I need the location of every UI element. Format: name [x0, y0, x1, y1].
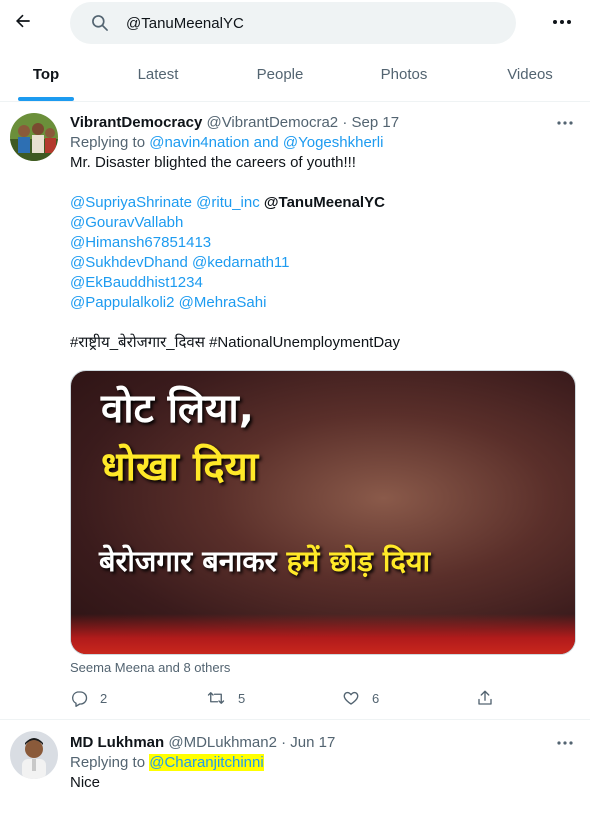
- tab-photos[interactable]: Photos: [358, 46, 450, 102]
- author-name[interactable]: MD Lukhman: [70, 734, 164, 751]
- search-box[interactable]: [70, 2, 516, 44]
- like-count: 6: [372, 690, 380, 706]
- avatar[interactable]: [10, 731, 58, 779]
- share-icon: [478, 690, 492, 705]
- reply-button[interactable]: 2: [70, 687, 107, 709]
- tab-top[interactable]: Top: [0, 46, 92, 102]
- search-input[interactable]: [126, 2, 496, 44]
- mention-link[interactable]: @GouravVallabh: [70, 214, 183, 231]
- tweet-date[interactable]: Jun 17: [290, 734, 335, 751]
- separator-dot: ·: [342, 114, 348, 131]
- liked-by[interactable]: Seema Meena and 8 others: [70, 660, 230, 675]
- tweet-header: VibrantDemocracy @VibrantDemocra2 · Sep …: [70, 113, 575, 133]
- separator-dot: ·: [281, 734, 287, 751]
- mention-link[interactable]: @EkBauddhist1234: [70, 274, 203, 291]
- search-tabs: Top Latest People Photos Videos: [0, 46, 590, 102]
- image-bottom-band: [71, 614, 575, 654]
- retweet-button[interactable]: 5: [206, 687, 245, 709]
- reply-icon: [72, 691, 88, 707]
- replying-to-link[interactable]: @navin4nation and @Yogeshkherli: [149, 134, 383, 151]
- more-options-icon[interactable]: [550, 10, 574, 34]
- avatar[interactable]: [10, 113, 58, 161]
- replying-to-link[interactable]: @Charanjitchinni: [149, 754, 264, 771]
- tweet-image[interactable]: वोट लिया, धोखा दिया बेरोजगार बनाकर हमें …: [70, 370, 576, 655]
- tweet-body: MD Lukhman @MDLukhman2 · Jun 17 Replying…: [70, 733, 575, 793]
- tweet[interactable]: MD Lukhman @MDLukhman2 · Jun 17 Replying…: [0, 721, 590, 815]
- tweet-body: VibrantDemocracy @VibrantDemocra2 · Sep …: [70, 113, 575, 353]
- tweet-text: Mr. Disaster blighted the careers of you…: [70, 154, 356, 171]
- search-icon: [92, 15, 108, 31]
- image-text-line-1: वोट लिया,: [101, 386, 254, 432]
- image-text-line-3: बेरोजगार बनाकर हमें छोड़ दिया: [99, 544, 431, 578]
- tweet-date[interactable]: Sep 17: [352, 114, 400, 131]
- mention-link-searched[interactable]: @TanuMeenalYC: [264, 194, 385, 211]
- mention-link[interactable]: @SupriyaShrinate: [70, 194, 192, 211]
- top-bar: [0, 0, 590, 46]
- mention-link[interactable]: @SukhdevDhand: [70, 254, 188, 271]
- tweet-text: Nice: [70, 774, 101, 791]
- tweet[interactable]: VibrantDemocracy @VibrantDemocra2 · Sep …: [0, 103, 590, 720]
- mention-link[interactable]: @Pappulalkoli2: [70, 294, 174, 311]
- retweet-icon: [207, 692, 225, 704]
- heart-icon: [343, 691, 359, 705]
- tweet-actions: 2 5 6: [70, 687, 500, 709]
- mention-link[interactable]: @Himansh67851413: [70, 234, 211, 251]
- image-text-line-2: धोखा दिया: [101, 444, 259, 490]
- author-name[interactable]: VibrantDemocracy: [70, 114, 202, 131]
- more-icon[interactable]: [555, 735, 575, 751]
- replying-to: Replying to @Charanjitchinni: [70, 754, 264, 771]
- tweet-header: MD Lukhman @MDLukhman2 · Jun 17: [70, 733, 575, 753]
- active-tab-indicator: [18, 97, 74, 101]
- mention-link[interactable]: @ritu_inc: [196, 194, 260, 211]
- like-button[interactable]: 6: [342, 687, 379, 709]
- mention-link[interactable]: @MehraSahi: [179, 294, 267, 311]
- replying-to: Replying to @navin4nation and @Yogeshkhe…: [70, 134, 384, 151]
- tab-latest[interactable]: Latest: [112, 46, 204, 102]
- more-icon[interactable]: [555, 115, 575, 131]
- hashtags[interactable]: #राष्ट्रीय_बेरोजगार_दिवस #NationalUnempl…: [70, 333, 575, 353]
- back-arrow-icon[interactable]: [10, 8, 36, 34]
- share-button[interactable]: [476, 687, 494, 709]
- author-handle[interactable]: @MDLukhman2: [168, 734, 277, 751]
- mention-link[interactable]: @kedarnath11: [192, 254, 290, 271]
- reply-count: 2: [100, 690, 108, 706]
- mention-list: @SupriyaShrinate @ritu_inc @TanuMeenalYC…: [70, 193, 575, 313]
- tab-people[interactable]: People: [234, 46, 326, 102]
- author-handle[interactable]: @VibrantDemocra2: [206, 114, 338, 131]
- retweet-count: 5: [238, 690, 246, 706]
- tab-videos[interactable]: Videos: [484, 46, 576, 102]
